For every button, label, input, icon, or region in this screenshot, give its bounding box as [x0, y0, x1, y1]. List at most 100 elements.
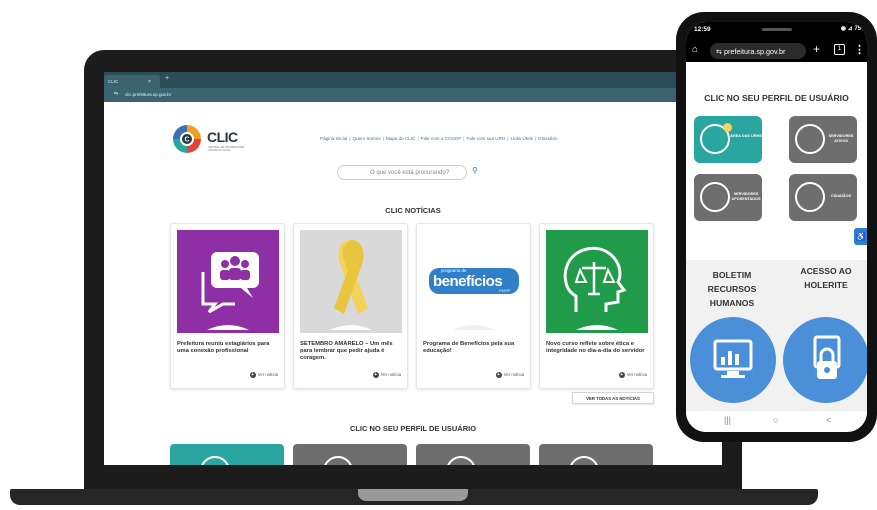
news-title: Prefeitura reuniu estagiários para uma c… [177, 341, 270, 354]
locked-document-icon [813, 335, 841, 379]
phone-speaker [762, 28, 792, 31]
laptop-notch [358, 489, 468, 501]
profile-tile-urhs[interactable] [170, 444, 284, 465]
news-more-label: Ver notícia [503, 372, 524, 378]
citizens-icon [569, 456, 599, 465]
nav-fale-cogep[interactable]: Fale com a COGEP [421, 136, 462, 141]
news-card[interactable]: Prefeitura reuniu estagiários para uma c… [170, 223, 285, 389]
check-badge-icon [723, 123, 732, 132]
profile-section-title: CLIC NO SEU PERFIL DE USUÁRIO [349, 424, 477, 433]
browser-tabbar: CLIC × + [104, 72, 722, 88]
profile-tile-ativos[interactable] [293, 444, 407, 465]
nav-separator: | [507, 136, 509, 141]
devices-mockup: CLIC × + ⇆ clic.prefeitura.sp.gov.br C C… [0, 0, 877, 510]
see-all-news-button[interactable]: VER TODAS AS NOTÍCIAS [572, 392, 654, 404]
clic-logo[interactable]: C CLIC CENTRAL DE INFORMAÇÕES ATENDA AO … [170, 122, 260, 158]
nav-links-uteis[interactable]: Links Úteis [510, 136, 532, 141]
nav-inicio[interactable]: Página Inicial [320, 136, 347, 141]
clic-logo-icon: C [173, 125, 201, 153]
nav-separator: | [534, 136, 537, 141]
home-icon[interactable]: ⌂ [692, 44, 698, 55]
phone-tile-cidadaos[interactable]: CIDADÃOS [789, 174, 857, 221]
accessibility-icon[interactable]: ♿ [854, 228, 867, 245]
citizens-icon [795, 182, 825, 212]
plus-circle-icon: + [372, 372, 379, 378]
urhs-icon [200, 456, 230, 465]
more-menu-icon[interactable]: ⋮ [854, 43, 865, 56]
monitor-chart-icon [713, 339, 753, 378]
beneficios-big: benefícios [433, 273, 503, 290]
back-icon[interactable]: < [826, 415, 831, 425]
nav-fale-urh[interactable]: Fale com sua URH [466, 136, 505, 141]
browser-address-bar[interactable]: ⇆ clic.prefeitura.sp.gov.br [104, 88, 722, 102]
logo-subtitle: CENTRAL DE INFORMAÇÕES ATENDA AO ELOG [208, 146, 245, 152]
nav-mapa[interactable]: Mapa do CLIC [386, 136, 416, 141]
news-more-label: Ver notícia [626, 372, 647, 378]
news-more-link[interactable]: + Ver notícia [372, 372, 401, 378]
news-card[interactable]: Novo curso reflete sobre ética e integri… [539, 223, 654, 389]
tab-close-icon[interactable]: × [148, 79, 151, 85]
news-card[interactable]: SETEMBRO AMARELO – Um mês para lembrar q… [293, 223, 408, 389]
holerite-title[interactable]: ACESSO AO HOLERITE [788, 264, 864, 292]
laptop-screen: CLIC × + ⇆ clic.prefeitura.sp.gov.br C C… [104, 72, 722, 465]
chat-group-icon [201, 252, 259, 330]
news-title: SETEMBRO AMARELO – Um mês para lembrar q… [300, 341, 393, 361]
news-title: Programa de Benefícios pela sua educação… [423, 341, 515, 354]
phone-tile-ativos[interactable]: SERVIDORES ATIVOS [789, 116, 857, 163]
new-tab-button[interactable]: + [813, 42, 820, 56]
new-tab-button[interactable]: + [165, 75, 169, 82]
news-more-link[interactable]: + Ver notícia [618, 372, 647, 378]
yellow-ribbon-icon [330, 240, 372, 330]
home-button-icon[interactable]: ○ [773, 415, 778, 425]
phone-url-text: prefeitura.sp.gov.br [724, 47, 786, 56]
news-image-chat [177, 230, 279, 333]
news-image-ribbon [300, 230, 402, 333]
profile-tile-cidadaos[interactable] [539, 444, 653, 465]
address-url[interactable]: clic.prefeitura.sp.gov.br [125, 92, 171, 97]
news-card[interactable]: programa de benefícios PMSP Programa de … [416, 223, 531, 389]
nav-separator: | [349, 136, 351, 141]
tile-label: CIDADÃOS [830, 194, 852, 198]
tile-label: ÁREA DAS URHS [730, 134, 762, 138]
tab-title: CLIC [108, 79, 119, 84]
profile-tile-aposentados[interactable] [416, 444, 530, 465]
browser-tab[interactable]: CLIC × [104, 75, 160, 88]
search-input[interactable]: O que você está procurando? [337, 165, 467, 180]
plus-circle-icon: + [249, 372, 256, 378]
logo-text: CLIC [207, 129, 238, 145]
nav-quem-somos[interactable]: Quem Somos [353, 136, 381, 141]
news-title: Novo curso reflete sobre ética e integri… [546, 341, 645, 354]
news-image-beneficios: programa de benefícios PMSP [423, 230, 525, 333]
head-scales-icon [563, 246, 627, 330]
news-section-title: CLIC NOTÍCIAS [385, 206, 441, 215]
holerite-button[interactable] [783, 317, 867, 403]
news-more-link[interactable]: + Ver notícia [249, 372, 278, 378]
retired-icon [446, 456, 476, 465]
recent-apps-icon[interactable]: ||| [724, 415, 731, 425]
phone-screen: 12:59 ◉ ⊿ 75 ⌂ ⇆ prefeitura.sp.gov.br + … [686, 22, 867, 432]
phone-address-url[interactable]: ⇆ prefeitura.sp.gov.br [710, 43, 806, 59]
phone-tile-aposentados[interactable]: SERVIDORES APOSENTADOS [694, 174, 762, 221]
boletim-title[interactable]: BOLETIM RECURSOS HUMANOS [694, 268, 770, 310]
news-image-ethics [546, 230, 648, 333]
phone-tile-urhs[interactable]: ÁREA DAS URHS [694, 116, 762, 163]
user-icon [795, 124, 825, 154]
nav-glossario[interactable]: Glossário [538, 136, 557, 141]
svg-text:C: C [185, 137, 190, 144]
plus-circle-icon: + [618, 372, 625, 378]
news-more-link[interactable]: + Ver notícia [495, 372, 524, 378]
tile-label: SERVIDORES ATIVOS [828, 134, 854, 143]
status-icons: ◉ ⊿ 75 [840, 26, 861, 32]
tabs-count-icon[interactable]: 1 [834, 44, 845, 55]
nav-separator: | [463, 136, 465, 141]
search-icon[interactable]: ⚲ [472, 166, 478, 175]
news-more-label: Ver notícia [257, 372, 278, 378]
boletim-button[interactable] [690, 317, 776, 403]
nav-separator: | [417, 136, 419, 141]
top-navigation: Página Inicial | Quem Somos | Mapa do CLIC | F… [320, 136, 720, 141]
site-settings-icon[interactable]: ⇆ [114, 91, 118, 97]
phone-status-bar: 12:59 ◉ ⊿ 75 [686, 22, 867, 40]
retired-icon [700, 182, 730, 212]
user-icon [323, 456, 353, 465]
nav-separator: | [382, 136, 384, 141]
